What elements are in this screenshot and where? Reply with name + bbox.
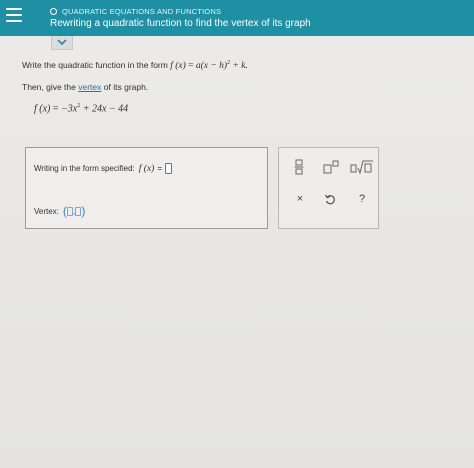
page-title: Rewriting a quadratic function to find t… (50, 18, 311, 29)
instruction-text-2a: Then, give the (22, 82, 76, 92)
answer-box: Writing in the form specified: f (x) = V… (25, 147, 268, 229)
topic-label: QUADRATIC EQUATIONS AND FUNCTIONS (50, 7, 221, 16)
fraction-icon (294, 159, 304, 175)
question-mark-icon: ? (358, 193, 366, 205)
form-equals: = (188, 61, 194, 72)
undo-icon (324, 194, 335, 205)
vertex-close-paren: ) (81, 204, 86, 218)
problem-content: Write the quadratic function in the form… (0, 36, 474, 468)
form-paren: (x − h) (200, 61, 228, 72)
given-equation: f (x) = −3x2 + 24x − 44 (34, 103, 128, 114)
instruction-text-2b: of its graph. (103, 82, 149, 92)
vertex-form-expression: f (x) = a(x − h)2 + k. (170, 60, 248, 72)
exponent-button[interactable] (321, 158, 341, 176)
menu-icon[interactable] (6, 8, 22, 22)
equation-lhs: f (x) (34, 103, 51, 115)
form-fx: f (x) (170, 61, 186, 72)
undo-button[interactable] (323, 192, 337, 206)
equation-term2: + 24x − 44 (82, 103, 129, 115)
square-root-icon (350, 160, 373, 174)
instruction-text: Write the quadratic function in the form (22, 60, 168, 71)
form-answer-row: Writing in the form specified: f (x) = (34, 163, 173, 174)
instruction-line-2: Then, give the vertex of its graph. (22, 82, 148, 92)
form-exponent: 2 (227, 60, 231, 66)
exponent-icon (323, 160, 339, 174)
instruction-line-1: Write the quadratic function in the form… (22, 60, 248, 71)
form-answer-input[interactable] (165, 163, 173, 174)
topic-text: QUADRATIC EQUATIONS AND FUNCTIONS (62, 7, 222, 16)
help-button[interactable]: ? (355, 192, 369, 206)
vertex-answer-row: Vertex: ( , ) (34, 205, 85, 217)
vertex-input-pair: ( , ) (63, 205, 86, 217)
clear-button[interactable]: × (293, 192, 307, 206)
vertex-definition-link[interactable]: vertex (78, 82, 101, 92)
page: QUADRATIC EQUATIONS AND FUNCTIONS Rewrit… (0, 0, 474, 468)
form-answer-label: Writing in the form specified: (34, 164, 135, 173)
equation-equals: = (52, 103, 59, 115)
equation-term1: −3x (61, 103, 78, 115)
form-tail: + k. (232, 61, 248, 72)
math-tool-palette: × ? (278, 147, 379, 229)
equation-exponent: 2 (77, 103, 81, 109)
vertex-label: Vertex: (34, 206, 59, 216)
close-icon: × (296, 193, 304, 205)
answer-equals: = (157, 164, 163, 173)
topic-circle-icon (50, 8, 57, 15)
answer-fx: f (x) (138, 163, 155, 174)
fraction-button[interactable] (291, 158, 307, 176)
square-root-button[interactable] (349, 158, 375, 176)
header-bar: QUADRATIC EQUATIONS AND FUNCTIONS Rewrit… (0, 0, 474, 36)
